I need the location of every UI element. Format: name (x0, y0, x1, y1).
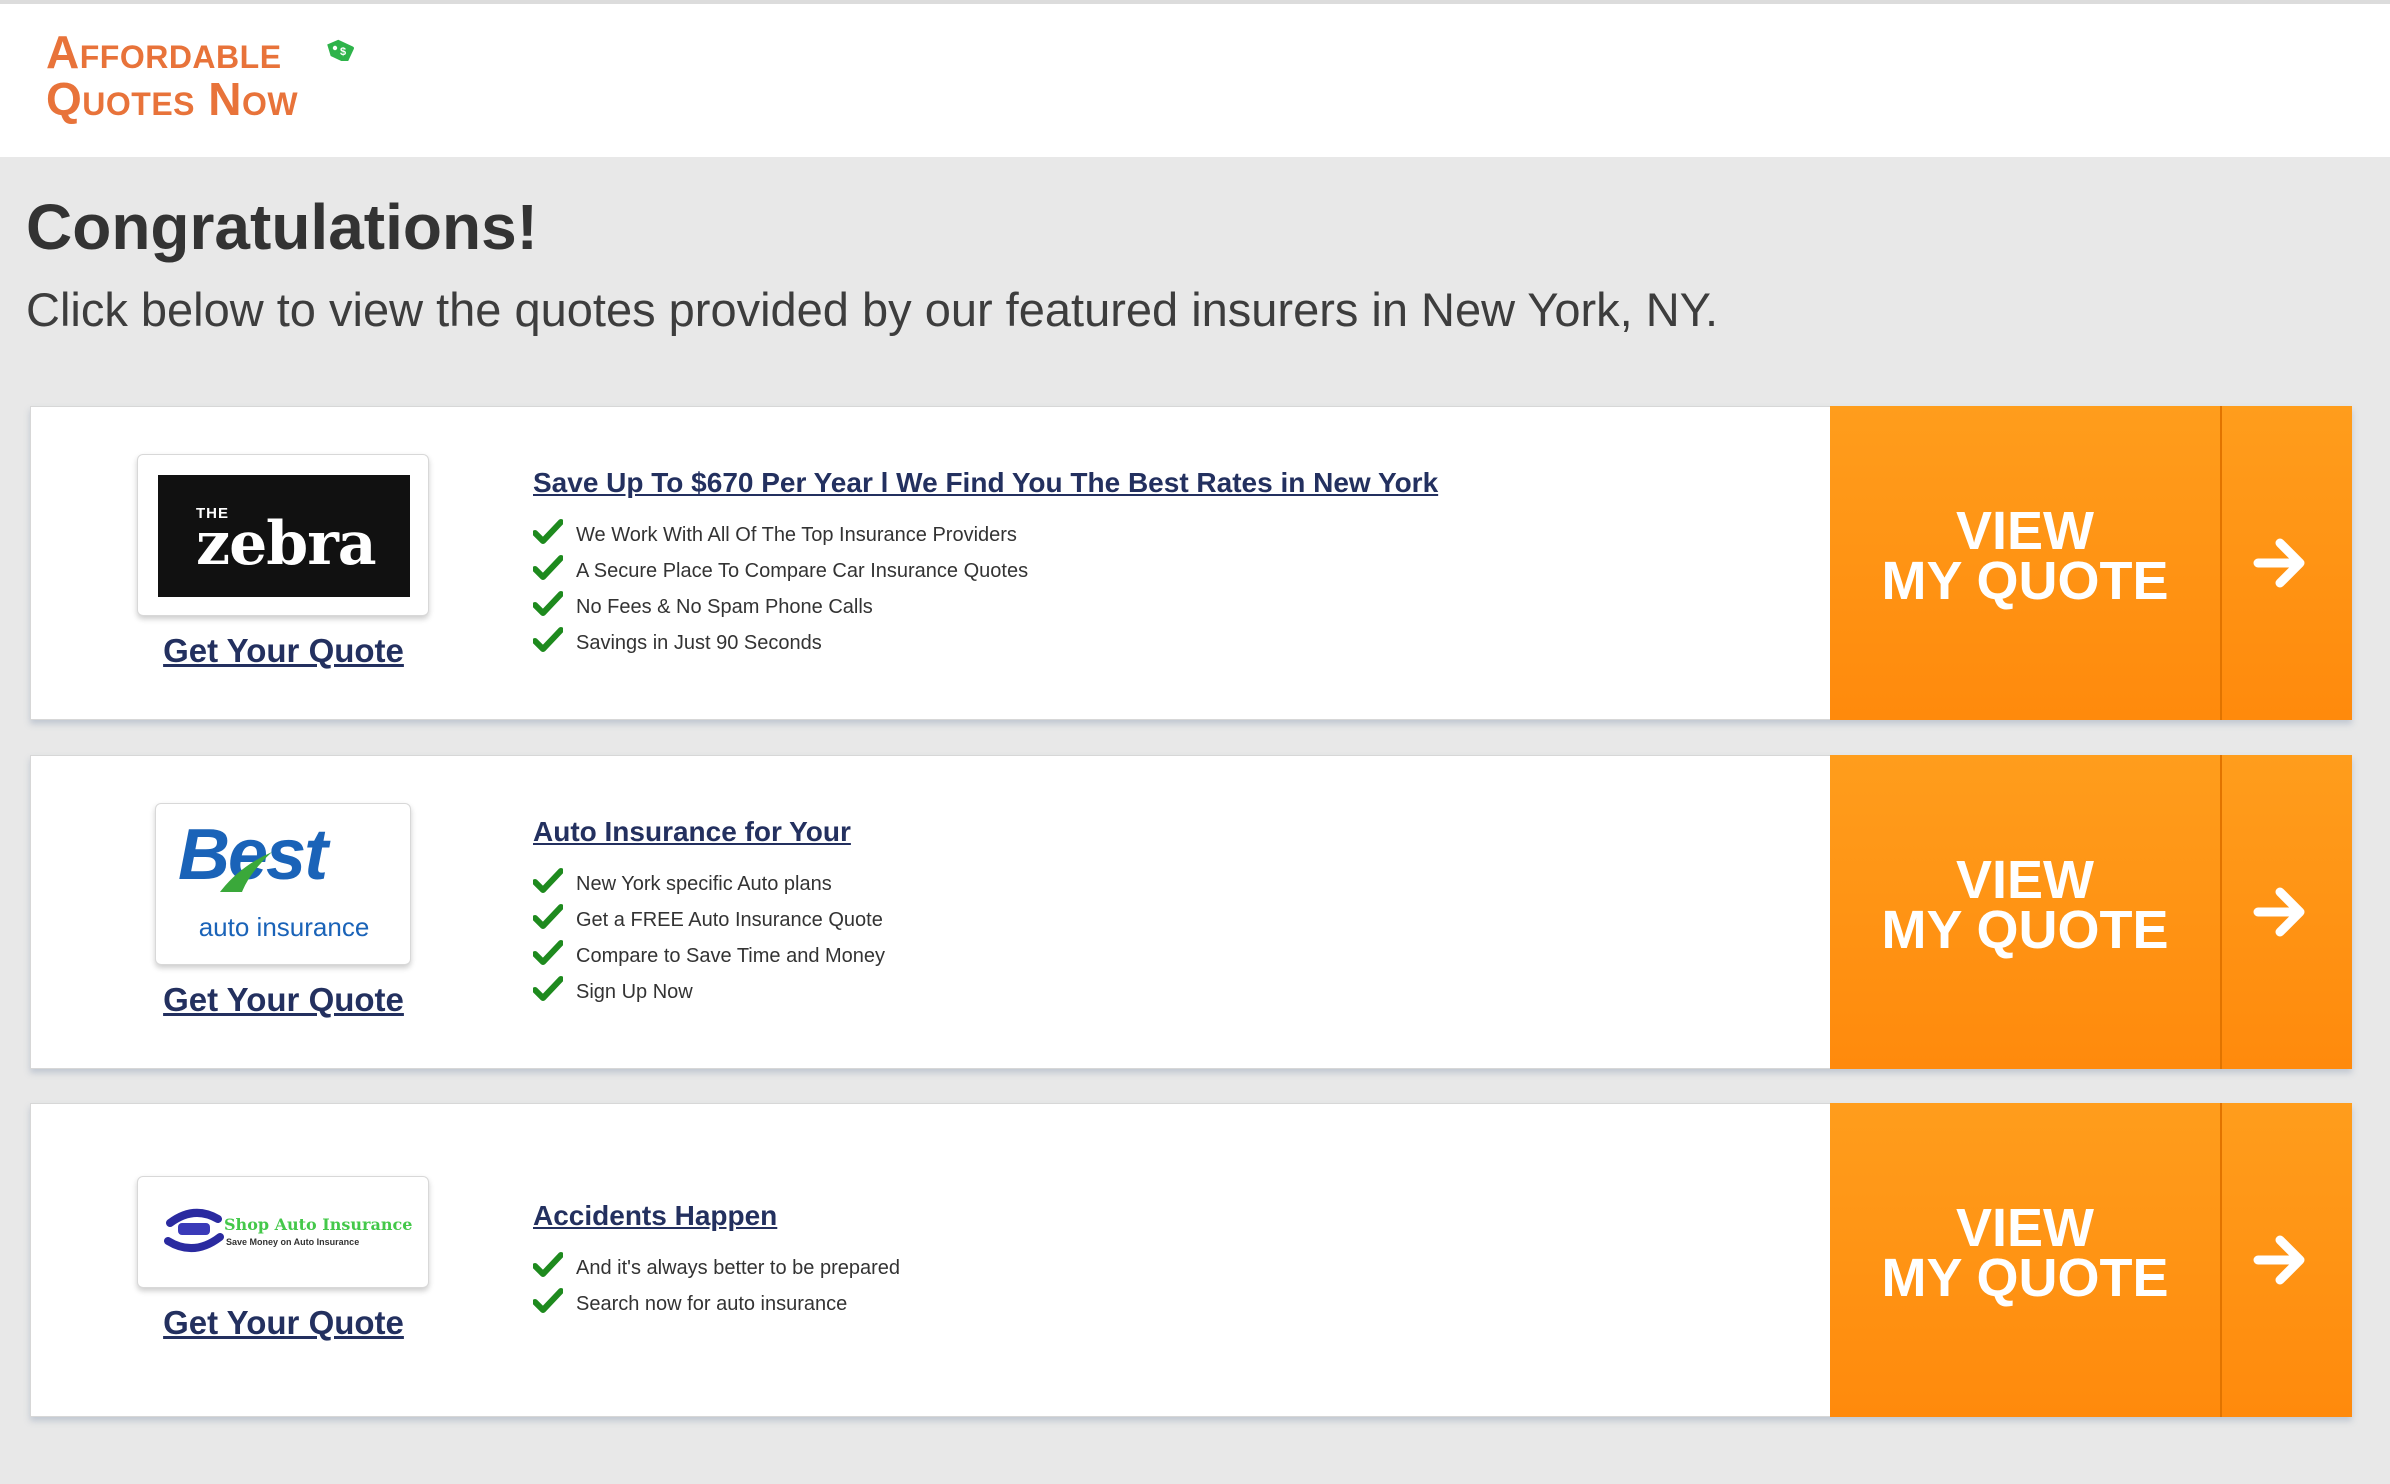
benefit-item: Sign Up Now (533, 974, 885, 1010)
page-title: Congratulations! (26, 191, 538, 263)
benefit-item: Savings in Just 90 Seconds (533, 625, 1028, 661)
check-icon (533, 868, 563, 893)
view-quote-button[interactable]: VIEW MY QUOTE (1830, 755, 2352, 1069)
check-icon (533, 976, 563, 1001)
benefit-list: And it's always better to be prepared Se… (533, 1250, 900, 1322)
get-quote-link[interactable]: Get Your Quote (31, 632, 536, 670)
cta-label-line-2: MY QUOTE (1881, 1248, 2169, 1308)
cta-label: VIEW MY QUOTE (1830, 501, 2220, 611)
get-quote-link[interactable]: Get Your Quote (31, 1304, 536, 1342)
benefit-list: We Work With All Of The Top Insurance Pr… (533, 517, 1028, 661)
arrow-right-icon (2253, 538, 2305, 588)
shop-auto-logo[interactable]: Shop Auto Insurance Save Money on Auto I… (137, 1176, 429, 1288)
cta-label-line-1: VIEW (1955, 850, 2094, 910)
view-quote-button[interactable]: VIEW MY QUOTE (1830, 406, 2352, 720)
zebra-logo[interactable]: THE zebra (137, 454, 429, 616)
cta-label: VIEW MY QUOTE (1830, 1198, 2220, 1308)
benefit-item: Search now for auto insurance (533, 1286, 900, 1322)
brand-line-1: Affordable (46, 26, 282, 78)
benefit-item: Compare to Save Time and Money (533, 938, 885, 974)
benefit-text: Savings in Just 90 Seconds (576, 632, 822, 654)
shop-auto-logo-text: Shop Auto Insurance (224, 1215, 413, 1234)
benefit-text: Compare to Save Time and Money (576, 945, 886, 967)
benefit-item: Get a FREE Auto Insurance Quote (533, 902, 885, 938)
benefit-item: And it's always better to be prepared (533, 1250, 900, 1286)
benefit-text: No Fees & No Spam Phone Calls (576, 596, 873, 618)
price-tag-icon: $ (327, 39, 354, 61)
view-quote-button[interactable]: VIEW MY QUOTE (1830, 1103, 2352, 1417)
road-icon (220, 852, 272, 892)
check-icon (533, 1288, 563, 1313)
offer-card-zebra: THE zebra Get Your Quote Save Up To $670… (30, 406, 2352, 720)
offer-title[interactable]: Save Up To $670 Per Year l We Find You T… (533, 467, 1438, 499)
check-icon (533, 591, 563, 616)
best-logo[interactable]: Best auto insurance (155, 803, 411, 965)
benefit-text: A Secure Place To Compare Car Insurance … (576, 560, 1029, 582)
page-subtitle: Click below to view the quotes provided … (26, 283, 1719, 336)
shop-auto-logo-sub: Save Money on Auto Insurance (226, 1237, 360, 1247)
svg-text:$: $ (340, 46, 346, 58)
cta-divider (2220, 755, 2222, 1069)
benefit-item: No Fees & No Spam Phone Calls (533, 589, 1028, 625)
cta-label-line-1: VIEW (1955, 1198, 2094, 1258)
offer-title[interactable]: Auto Insurance for Your (533, 816, 851, 848)
cta-label: VIEW MY QUOTE (1830, 850, 2220, 960)
offer-card-best: Best auto insurance Get Your Quote Auto … (30, 755, 2352, 1069)
benefit-text: And it's always better to be prepared (576, 1257, 901, 1279)
benefit-item: A Secure Place To Compare Car Insurance … (533, 553, 1028, 589)
cta-label-line-2: MY QUOTE (1881, 900, 2169, 960)
brand-line-2: Quotes Now (46, 73, 299, 125)
zebra-logo-panel: THE zebra (158, 475, 410, 597)
cta-label-line-1: VIEW (1955, 501, 2094, 561)
check-icon (533, 1252, 563, 1277)
check-icon (533, 555, 563, 580)
arrow-right-icon (2253, 887, 2305, 937)
brand-logo[interactable]: Affordable Quotes Now $ (46, 29, 366, 129)
benefit-text: Sign Up Now (576, 981, 693, 1003)
site-header: Affordable Quotes Now $ (0, 4, 2390, 157)
cta-label-line-2: MY QUOTE (1881, 551, 2169, 611)
benefit-list: New York specific Auto plans Get a FREE … (533, 866, 885, 1010)
offer-title[interactable]: Accidents Happen (533, 1200, 777, 1232)
arrow-right-icon (2253, 1235, 2305, 1285)
benefit-text: Search now for auto insurance (576, 1293, 848, 1315)
cta-divider (2220, 406, 2222, 720)
zebra-logo-text: zebra (196, 509, 377, 579)
check-icon (533, 519, 563, 544)
cta-divider (2220, 1103, 2222, 1417)
get-quote-link[interactable]: Get Your Quote (31, 981, 536, 1019)
benefit-text: Get a FREE Auto Insurance Quote (576, 909, 883, 931)
best-logo-sub: auto insurance (198, 912, 370, 942)
benefit-item: New York specific Auto plans (533, 866, 885, 902)
check-icon (533, 940, 563, 965)
check-icon (533, 904, 563, 929)
check-icon (533, 627, 563, 652)
benefit-item: We Work With All Of The Top Insurance Pr… (533, 517, 1028, 553)
benefit-text: New York specific Auto plans (576, 873, 832, 895)
benefit-text: We Work With All Of The Top Insurance Pr… (576, 524, 1017, 546)
offer-card-shop-auto: Shop Auto Insurance Save Money on Auto I… (30, 1103, 2352, 1417)
car-hands-icon (164, 1209, 224, 1252)
